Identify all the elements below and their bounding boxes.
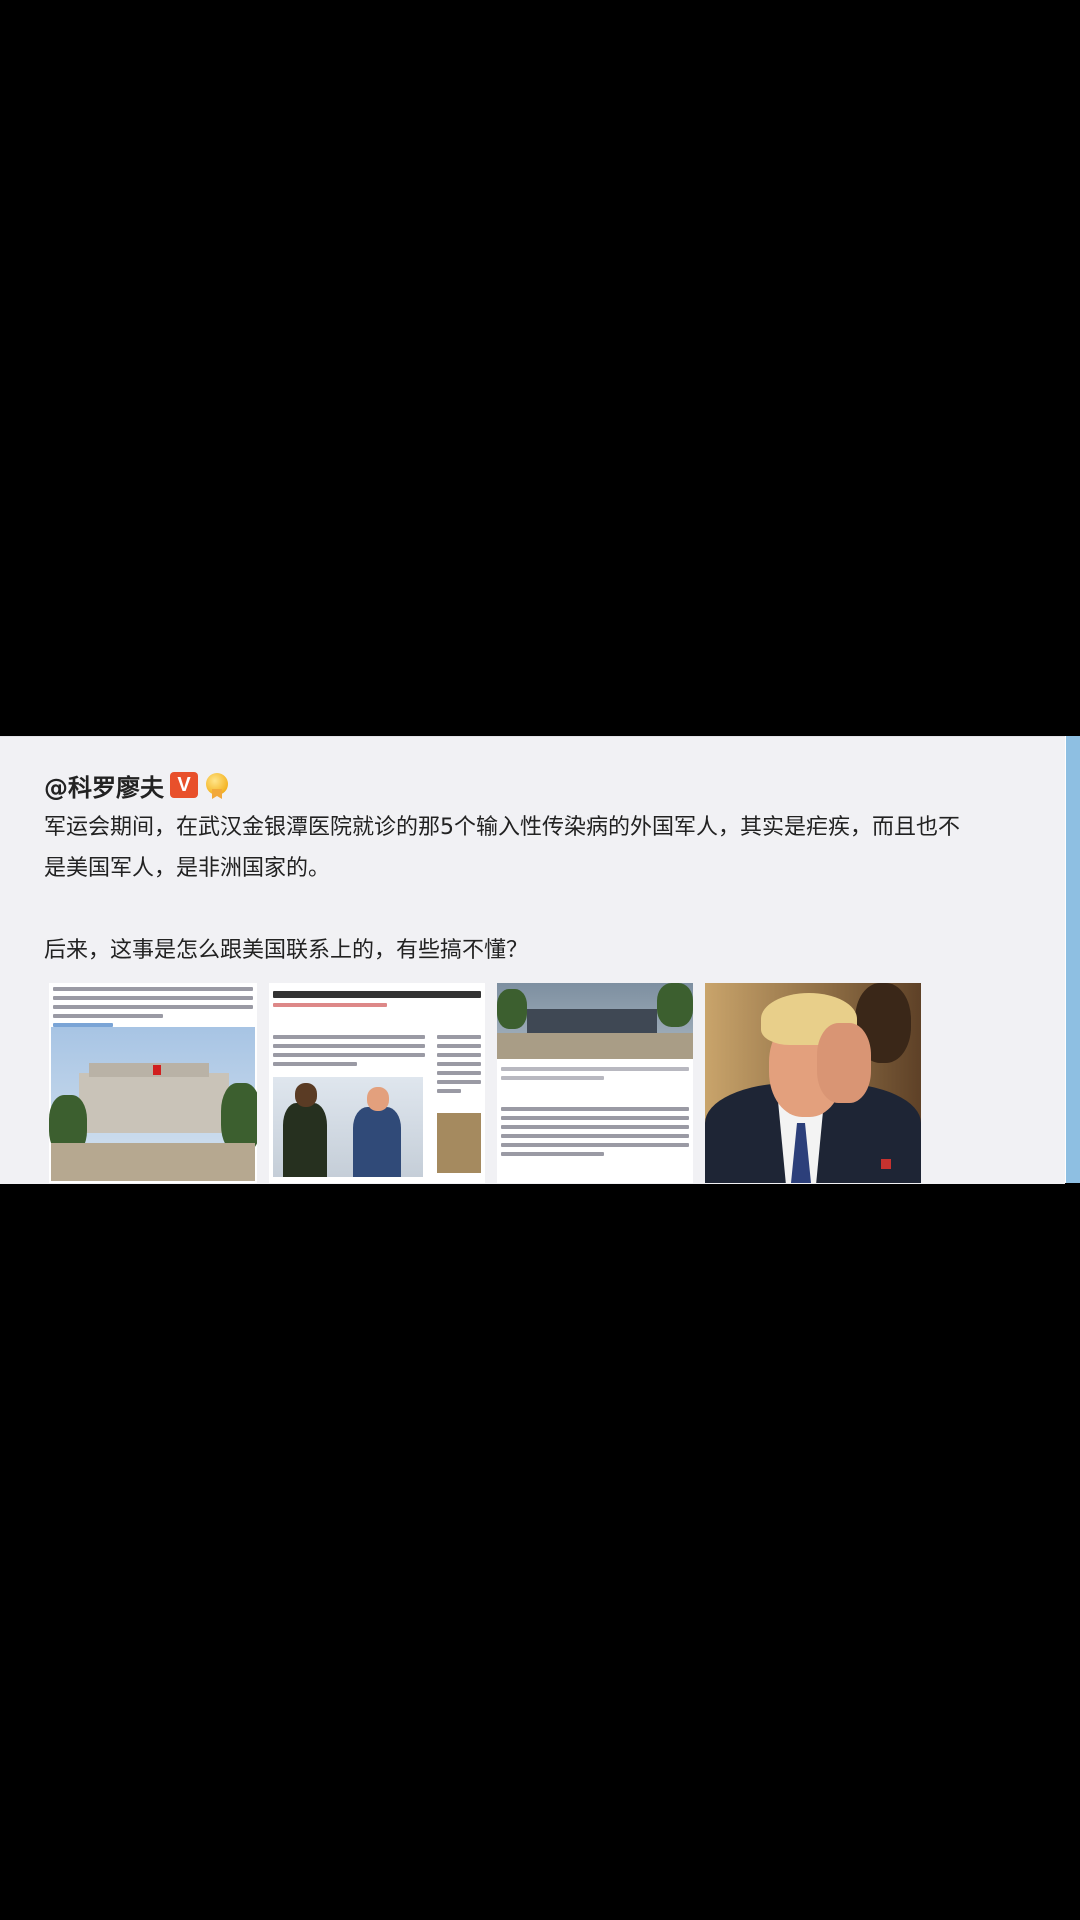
medal-icon [204, 771, 230, 799]
scrollbar[interactable] [1066, 736, 1080, 1183]
image-gallery [49, 983, 921, 1183]
post-text-line: 是美国军人，是非洲国家的。 [44, 856, 331, 881]
image-thumbnail-2[interactable] [269, 983, 485, 1183]
image-thumbnail-1[interactable] [49, 983, 257, 1183]
verified-v-icon: V [170, 772, 198, 798]
image-thumbnail-3[interactable] [497, 983, 693, 1183]
image-thumbnail-4[interactable] [705, 983, 921, 1183]
post-text-line: 后来，这事是怎么跟美国联系上的，有些搞不懂？ [44, 938, 529, 963]
weibo-post-card: @科罗廖夫 V 军运会期间，在武汉金银潭医院就诊的那5个输入性传染病的外国军人，… [0, 736, 1065, 1184]
author-name[interactable]: @科罗廖夫 [44, 768, 164, 803]
post-band: @科罗廖夫 V 军运会期间，在武汉金银潭医院就诊的那5个输入性传染病的外国军人，… [0, 736, 1080, 1184]
author-row: @科罗廖夫 V [44, 768, 230, 803]
post-body: 军运会期间，在武汉金银潭医院就诊的那5个输入性传染病的外国军人，其实是疟疾，而且… [44, 807, 1034, 971]
post-text-line: 军运会期间，在武汉金银潭医院就诊的那5个输入性传染病的外国军人，其实是疟疾，而且… [44, 815, 961, 840]
